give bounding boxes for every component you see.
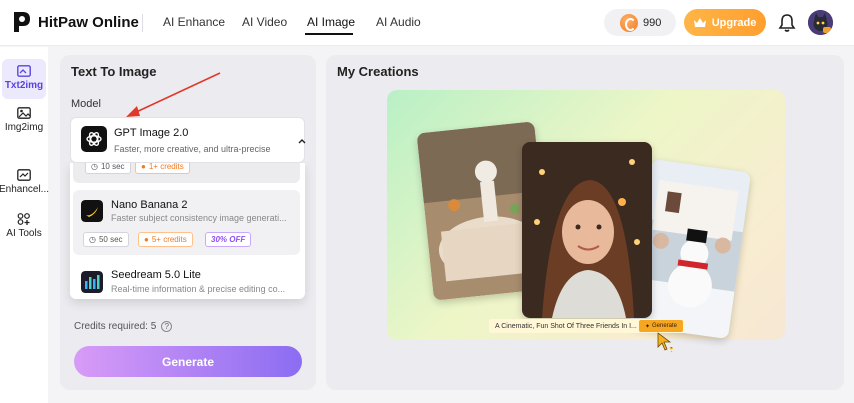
- sidebar-item-txt2img[interactable]: Txt2img: [2, 59, 46, 99]
- nav-active-underline: [305, 33, 353, 35]
- credits-chip: ● 1+ credits: [135, 163, 190, 174]
- sidebar-item-label: Enhancel...: [0, 184, 50, 195]
- pointer-cursor-icon: [657, 332, 674, 353]
- model-option-seedream-5-lite[interactable]: Seedream 5.0 Lite Real-time information …: [73, 263, 300, 299]
- time-value: 50 sec: [98, 235, 123, 244]
- openai-logo-icon: [81, 126, 107, 152]
- selected-model-description: Faster, more creative, and ultra-precise: [114, 144, 271, 154]
- crown-icon: [693, 17, 706, 27]
- model-option-name: Nano Banana 2: [111, 199, 188, 211]
- model-option-nano-banana-2[interactable]: Nano Banana 2 Faster subject consistency…: [73, 190, 300, 255]
- sidebar-item-enhance[interactable]: Enhancel...: [0, 169, 50, 195]
- preview-generate-label: Generate: [652, 323, 678, 329]
- coin-icon: ●: [141, 163, 146, 171]
- upgrade-button[interactable]: Upgrade: [684, 9, 766, 36]
- sample-image-portrait: [522, 142, 652, 318]
- model-label: Model: [71, 98, 101, 110]
- help-icon[interactable]: ?: [161, 321, 173, 332]
- time-chip: ◷ 50 sec: [83, 232, 129, 247]
- clock-icon: ◷: [91, 163, 98, 171]
- coin-icon: [620, 13, 638, 32]
- app-name: HitPaw Online: [38, 13, 139, 31]
- discount-badge: 30% OFF: [205, 232, 252, 247]
- credits-chip: ● 5+ credits: [138, 232, 193, 247]
- left-sidebar: Txt2img Img2img Enhancel... AI Tools: [0, 47, 50, 403]
- selected-model-name: GPT Image 2.0: [114, 127, 189, 139]
- list-item[interactable]: ◷ 10 sec ● 1+ credits: [73, 163, 300, 183]
- model-option-name: Seedream 5.0 Lite: [111, 269, 201, 281]
- chevron-up-icon[interactable]: [298, 138, 306, 144]
- avatar-image: [808, 10, 833, 35]
- seedream-logo-icon: [81, 271, 103, 293]
- generate-button[interactable]: Generate: [74, 346, 302, 377]
- sidebar-item-label: AI Tools: [6, 228, 42, 239]
- bell-icon[interactable]: [778, 13, 796, 33]
- sidebar-item-label: Txt2img: [4, 80, 44, 91]
- credits-value: 1+ credits: [148, 163, 184, 171]
- prompt-text: A Cinematic, Fun Shot Of Three Friends I…: [495, 322, 637, 330]
- credits-required: Credits required: 5 ?: [74, 321, 173, 332]
- coin-icon: ●: [144, 235, 149, 244]
- ai-tools-icon: [17, 213, 30, 225]
- model-dropdown-list[interactable]: ◷ 10 sec ● 1+ credits Nano Banana 2 Fast…: [70, 163, 305, 299]
- nav-ai-image[interactable]: AI Image: [307, 15, 355, 29]
- upgrade-label: Upgrade: [711, 16, 757, 29]
- nav-ai-audio[interactable]: AI Audio: [376, 15, 421, 29]
- hitpaw-logo-icon: [14, 12, 30, 32]
- model-option-description: Faster subject consistency image generat…: [111, 213, 287, 223]
- credits-value: 5+ credits: [151, 235, 187, 244]
- sparkle-icon: ✦: [644, 323, 650, 330]
- clock-icon: ◷: [89, 235, 96, 244]
- time-value: 10 sec: [100, 163, 125, 171]
- enhance-icon: [17, 169, 31, 181]
- credits-required-label: Credits required: 5: [74, 321, 157, 332]
- user-avatar[interactable]: [808, 10, 833, 35]
- model-option-description: Real-time information & precise editing …: [111, 284, 286, 294]
- nav-divider: [142, 14, 143, 32]
- app-logo[interactable]: HitPaw Online: [12, 10, 139, 34]
- time-chip: ◷ 10 sec: [85, 163, 131, 174]
- image-text-icon: [17, 65, 31, 77]
- image-to-image-icon: [17, 107, 31, 119]
- top-navigation-bar: HitPaw Online AI Enhance AI Video AI Ima…: [0, 0, 854, 46]
- model-select[interactable]: GPT Image 2.0 Faster, more creative, and…: [70, 117, 306, 163]
- nav-ai-enhance[interactable]: AI Enhance: [163, 15, 225, 29]
- generate-label: Generate: [161, 354, 215, 369]
- my-creations-panel: My Creations A Cinematic, Fun Shot Of Th…: [326, 55, 844, 390]
- annotation-arrow-icon: [126, 72, 221, 117]
- nano-banana-logo-icon: [81, 200, 103, 222]
- creations-title: My Creations: [337, 64, 419, 79]
- sidebar-item-label: Img2img: [4, 122, 44, 133]
- sidebar-item-ai-tools[interactable]: AI Tools: [0, 213, 48, 239]
- sidebar-item-img2img[interactable]: Img2img: [0, 107, 48, 133]
- credits-balance[interactable]: 990: [604, 9, 676, 36]
- credits-value: 990: [643, 16, 662, 29]
- nav-ai-video[interactable]: AI Video: [242, 15, 287, 29]
